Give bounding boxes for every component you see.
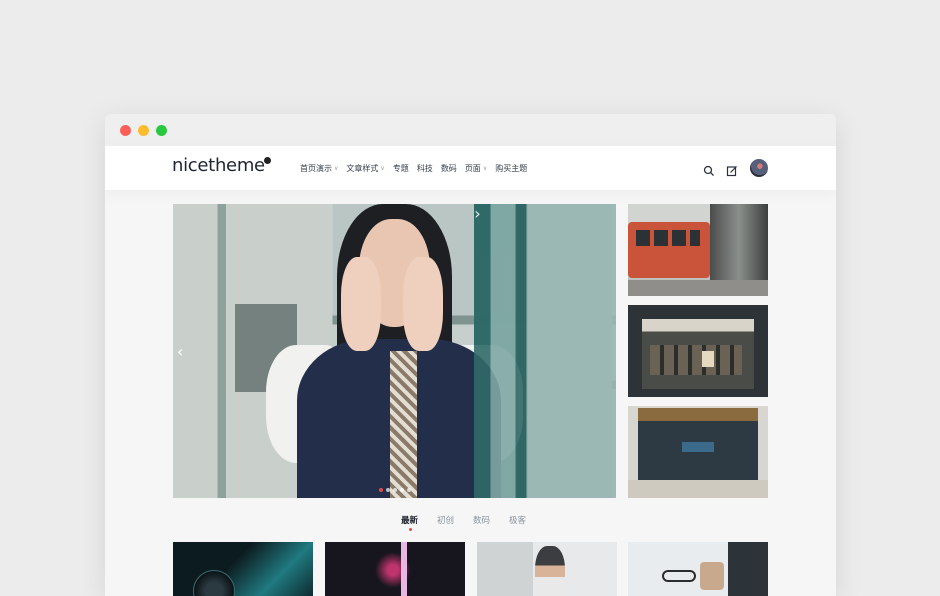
slide-image-detail [403, 256, 444, 351]
tab-geek[interactable]: 极客 [509, 514, 526, 526]
thumb-image-detail [682, 442, 714, 452]
thumb-image-detail [628, 280, 768, 296]
site-header: nicetheme 首页演示 ∨ 文章样式 ∨ 专题 科技 数码 页面 ∨ 购买… [105, 146, 836, 190]
side-post-thumb-street[interactable] [628, 406, 768, 498]
thumb-image-detail [628, 480, 768, 498]
nav-item-article-styles[interactable]: 文章样式 ∨ [346, 163, 384, 174]
chevron-down-icon: ∨ [380, 164, 385, 172]
post-card[interactable] [173, 542, 313, 596]
slider-dot[interactable] [400, 488, 404, 492]
thumb-image-detail [636, 230, 700, 246]
slider-dot[interactable] [393, 488, 397, 492]
nav-item-buy-theme[interactable]: 购买主题 [495, 163, 527, 174]
nav-item-label: 文章样式 [346, 163, 379, 173]
card-image-detail [535, 546, 565, 596]
tab-latest[interactable]: 最新 [401, 514, 418, 531]
avatar[interactable] [750, 159, 768, 177]
card-image-detail [662, 570, 696, 582]
post-card[interactable] [477, 542, 617, 596]
nav-item-home-demo[interactable]: 首页演示 ∨ [300, 163, 338, 174]
nav-item-label: 首页演示 [300, 163, 332, 173]
post-category-tabs: 最新 初创 数码 极客 [401, 514, 545, 531]
side-post-thumb-tram[interactable] [628, 204, 768, 296]
main-nav: 首页演示 ∨ 文章样式 ∨ 专题 科技 数码 页面 ∨ 购买主题 [300, 146, 535, 190]
slide-image-detail [341, 256, 382, 351]
nav-item-label: 数码 [440, 163, 457, 173]
slider-pagination [379, 488, 414, 492]
slide-image-detail [390, 351, 417, 498]
thumb-image-detail [650, 345, 742, 375]
post-card[interactable] [325, 542, 465, 596]
site-logo[interactable]: nicetheme [172, 155, 265, 176]
nav-item-label: 购买主题 [495, 163, 528, 173]
nav-item-digital[interactable]: 数码 [441, 163, 457, 174]
card-image-detail [193, 570, 235, 596]
nav-item-topics[interactable]: 专题 [393, 163, 409, 174]
nav-item-label: 科技 [416, 163, 433, 173]
window-titlebar [105, 114, 836, 146]
slider-prev-button[interactable]: ‹ [177, 342, 183, 361]
window-close-button[interactable] [120, 125, 131, 136]
chevron-down-icon: ∨ [334, 164, 339, 172]
search-icon[interactable] [703, 162, 715, 176]
slider-dot[interactable] [407, 488, 411, 492]
logo-badge-icon [264, 157, 271, 164]
thumb-image-detail [702, 351, 714, 367]
window-minimize-button[interactable] [138, 125, 149, 136]
chevron-down-icon: ∨ [482, 164, 488, 172]
window-maximize-button[interactable] [156, 125, 167, 136]
slider-dot[interactable] [379, 488, 383, 492]
nav-item-pages[interactable]: 页面 ∨ [465, 163, 487, 174]
slider-next-button[interactable]: › [474, 204, 612, 498]
post-card[interactable] [628, 542, 768, 596]
tab-digital[interactable]: 数码 [473, 514, 490, 526]
nav-item-label: 专题 [392, 163, 409, 173]
side-post-thumb-shop[interactable] [628, 305, 768, 397]
nav-item-label: 页面 [464, 163, 481, 173]
card-image-detail [700, 562, 724, 590]
card-image-detail [401, 542, 407, 596]
edit-icon[interactable] [726, 162, 738, 177]
slider-dot[interactable] [386, 488, 390, 492]
card-image-detail [728, 542, 768, 596]
browser-window: nicetheme 首页演示 ∨ 文章样式 ∨ 专题 科技 数码 页面 ∨ 购买… [105, 114, 836, 596]
featured-slider[interactable]: ‹ › [173, 204, 616, 498]
nav-item-tech[interactable]: 科技 [417, 163, 433, 174]
tab-startup[interactable]: 初创 [437, 514, 454, 526]
